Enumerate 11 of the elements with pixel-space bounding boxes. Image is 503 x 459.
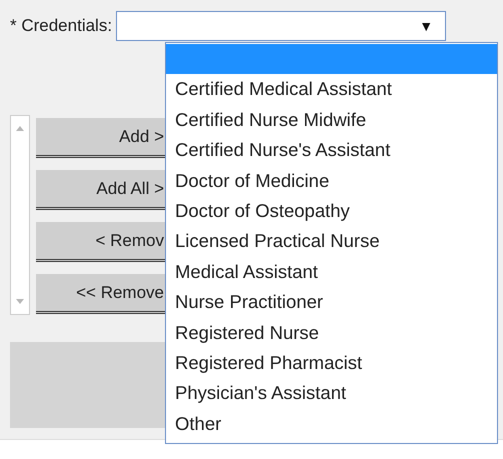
list-box[interactable] bbox=[10, 115, 30, 315]
dropdown-option[interactable]: Physician's Assistant bbox=[166, 378, 497, 409]
credentials-dropdown[interactable]: ▼ bbox=[116, 11, 446, 41]
credentials-label: * Credentials: bbox=[10, 16, 112, 36]
dropdown-option[interactable]: Registered Nurse bbox=[166, 318, 497, 348]
dropdown-option[interactable] bbox=[166, 44, 497, 74]
scroll-up-icon[interactable] bbox=[16, 126, 24, 131]
dropdown-option[interactable]: Registered Pharmacist bbox=[166, 348, 497, 378]
scroll-down-icon[interactable] bbox=[16, 299, 24, 304]
dropdown-option[interactable]: Other bbox=[166, 408, 497, 440]
dropdown-option[interactable]: Certified Medical Assistant bbox=[166, 74, 497, 105]
